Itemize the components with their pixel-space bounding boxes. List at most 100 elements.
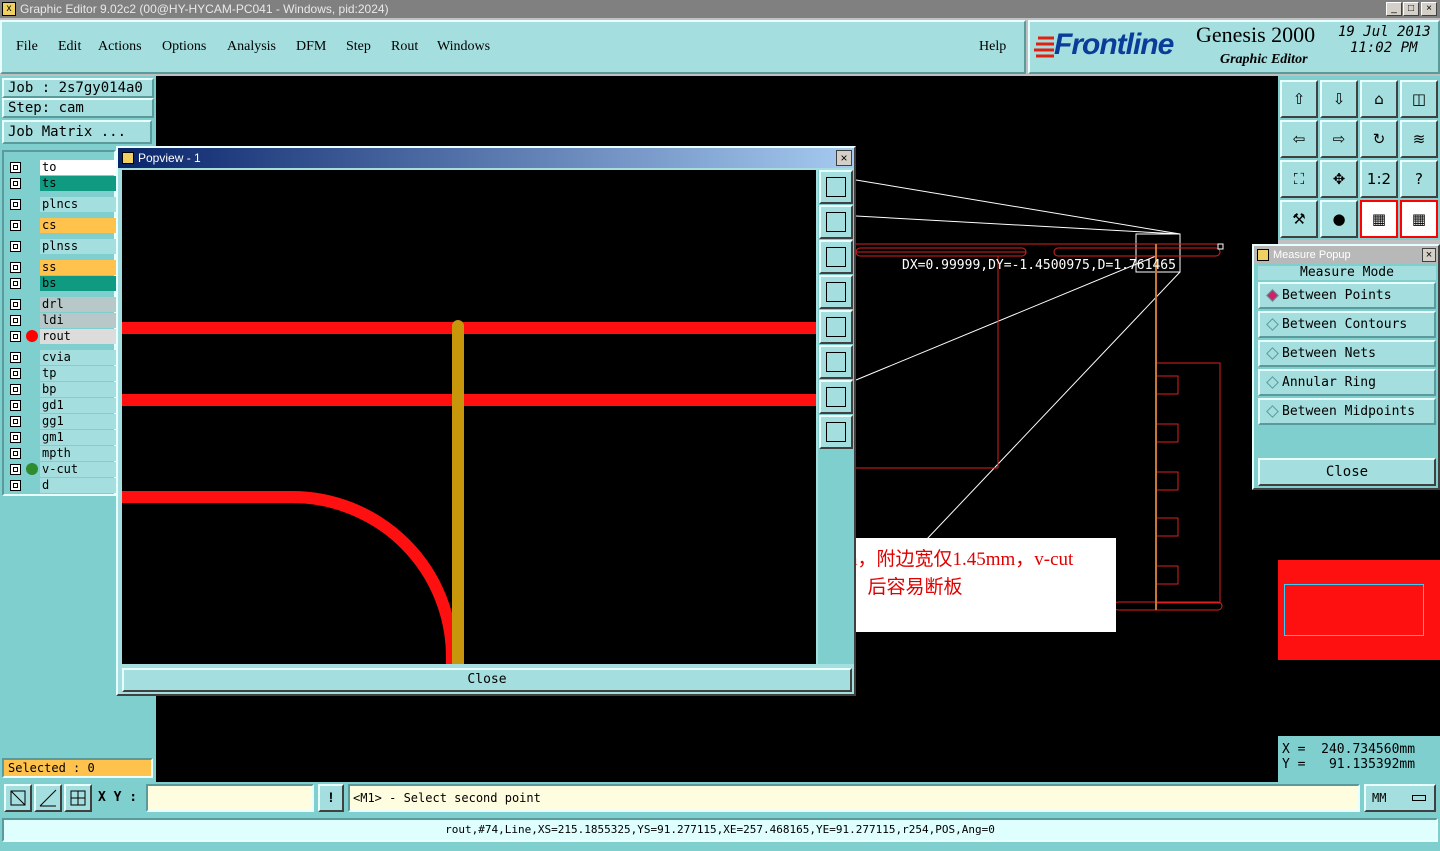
pv-center-icon[interactable] bbox=[819, 380, 853, 414]
layer-name[interactable]: drl bbox=[40, 297, 116, 312]
probe-icon[interactable]: ● bbox=[1320, 200, 1358, 238]
popview-canvas[interactable] bbox=[122, 170, 816, 670]
menu-edit[interactable]: Edit bbox=[58, 39, 81, 55]
close-window-button[interactable]: × bbox=[1421, 2, 1437, 16]
layer-checkbox[interactable] bbox=[10, 315, 21, 326]
layer-name[interactable]: bp bbox=[40, 382, 116, 397]
layer-name[interactable]: gd1 bbox=[40, 398, 116, 413]
measure-close-button[interactable]: Close bbox=[1258, 458, 1436, 486]
menu-rout[interactable]: Rout bbox=[391, 39, 418, 55]
layer-name[interactable]: gg1 bbox=[40, 414, 116, 429]
overview-preview[interactable] bbox=[1278, 490, 1440, 736]
measure-option[interactable]: Between Midpoints bbox=[1258, 398, 1436, 425]
layer-checkbox[interactable] bbox=[10, 278, 21, 289]
layer-row-gg1[interactable]: gg1 bbox=[6, 414, 116, 429]
layer-row-ts[interactable]: ts bbox=[6, 176, 116, 191]
layer-checkbox[interactable] bbox=[10, 299, 21, 310]
layer-checkbox[interactable] bbox=[10, 199, 21, 210]
layer-name[interactable]: to bbox=[40, 160, 116, 175]
menu-dfm[interactable]: DFM bbox=[296, 39, 326, 55]
layer-checkbox[interactable] bbox=[10, 480, 21, 491]
layer-name[interactable]: rout bbox=[40, 329, 116, 344]
measure-angle-icon[interactable] bbox=[34, 784, 62, 812]
layer-checkbox[interactable] bbox=[10, 352, 21, 363]
layer-name[interactable]: cs bbox=[40, 218, 116, 233]
xy-input[interactable] bbox=[146, 784, 314, 812]
layer-name[interactable]: bs bbox=[40, 276, 116, 291]
layer-name[interactable]: ldi bbox=[40, 313, 116, 328]
tools-icon[interactable]: ⚒ bbox=[1280, 200, 1318, 238]
pv-page-left-icon[interactable] bbox=[819, 275, 853, 309]
layer-row-bp[interactable]: bp bbox=[6, 382, 116, 397]
layer-name[interactable]: cvia bbox=[40, 350, 116, 365]
layer-name[interactable]: v-cut bbox=[40, 462, 116, 477]
layer-name[interactable]: tp bbox=[40, 366, 116, 381]
layer-row-tp[interactable]: tp bbox=[6, 366, 116, 381]
layer-name[interactable]: gm1 bbox=[40, 430, 116, 445]
layer-row-ss[interactable]: ss bbox=[6, 260, 116, 275]
measure-option[interactable]: Between Points bbox=[1258, 282, 1436, 309]
layer-name[interactable]: mpth bbox=[40, 446, 116, 461]
layer-swap-icon[interactable]: ▦ bbox=[1360, 200, 1398, 238]
layer-checkbox[interactable] bbox=[10, 416, 21, 427]
split-view-icon[interactable]: ◫ bbox=[1400, 80, 1438, 118]
measure-option[interactable]: Annular Ring bbox=[1258, 369, 1436, 396]
minimize-button[interactable]: _ bbox=[1386, 2, 1402, 16]
layer-checkbox[interactable] bbox=[10, 448, 21, 459]
fit-screen-icon[interactable]: ⛶ bbox=[1280, 160, 1318, 198]
menu-help[interactable]: Help bbox=[979, 39, 1006, 55]
pv-fit-icon[interactable] bbox=[819, 345, 853, 379]
pv-page-dn-icon[interactable] bbox=[819, 240, 853, 274]
layer-row-cs[interactable]: cs bbox=[6, 218, 116, 233]
popview-close-button[interactable]: Close bbox=[122, 668, 852, 692]
units-select[interactable]: MM bbox=[1364, 784, 1436, 812]
menu-actions[interactable]: Actions bbox=[98, 39, 142, 55]
layer-checkbox[interactable] bbox=[10, 384, 21, 395]
layer-checkbox[interactable] bbox=[10, 432, 21, 443]
pv-page-up-icon[interactable] bbox=[819, 170, 853, 204]
measure-option[interactable]: Between Contours bbox=[1258, 311, 1436, 338]
layer-checkbox[interactable] bbox=[10, 162, 21, 173]
layer-checkbox[interactable] bbox=[10, 464, 21, 475]
scale-icon[interactable]: 1:2 bbox=[1360, 160, 1398, 198]
layer-checkbox[interactable] bbox=[10, 368, 21, 379]
pv-page-right-icon[interactable] bbox=[819, 310, 853, 344]
home-icon[interactable]: ⌂ bbox=[1360, 80, 1398, 118]
layer-row-plnss[interactable]: plnss bbox=[6, 239, 116, 254]
layer-checkbox[interactable] bbox=[10, 178, 21, 189]
layer-checkbox[interactable] bbox=[10, 241, 21, 252]
alert-icon[interactable]: ! bbox=[318, 784, 344, 812]
pv-zoom-icon[interactable] bbox=[819, 415, 853, 449]
layer-checkbox[interactable] bbox=[10, 220, 21, 231]
layer-row-to[interactable]: to bbox=[6, 160, 116, 175]
measure-close-icon[interactable]: × bbox=[1422, 248, 1436, 262]
layer-name[interactable]: plncs bbox=[40, 197, 116, 212]
layer-row-gd1[interactable]: gd1 bbox=[6, 398, 116, 413]
grid-icon[interactable] bbox=[64, 784, 92, 812]
layer-name[interactable]: ss bbox=[40, 260, 116, 275]
layer-name[interactable]: ts bbox=[40, 176, 116, 191]
layer-checkbox[interactable] bbox=[10, 400, 21, 411]
layer-row-gm1[interactable]: gm1 bbox=[6, 430, 116, 445]
page-up-icon[interactable]: ⇧ bbox=[1280, 80, 1318, 118]
menu-options[interactable]: Options bbox=[162, 39, 206, 55]
pv-page-down-icon[interactable] bbox=[819, 205, 853, 239]
menu-windows[interactable]: Windows bbox=[437, 39, 490, 55]
layer-row-bs[interactable]: bs bbox=[6, 276, 116, 291]
popview-close-icon[interactable]: × bbox=[836, 150, 852, 166]
help-icon[interactable]: ? bbox=[1400, 160, 1438, 198]
layer-row-d[interactable]: d bbox=[6, 478, 116, 493]
center-icon[interactable]: ✥ bbox=[1320, 160, 1358, 198]
maximize-button[interactable]: □ bbox=[1403, 2, 1419, 16]
layer-checkbox[interactable] bbox=[10, 331, 21, 342]
measure-option[interactable]: Between Nets bbox=[1258, 340, 1436, 367]
redraw-icon[interactable]: ↻ bbox=[1360, 120, 1398, 158]
menu-step[interactable]: Step bbox=[346, 39, 371, 55]
layer-row-cvia[interactable]: cvia bbox=[6, 350, 116, 365]
layer-row-plncs[interactable]: plncs bbox=[6, 197, 116, 212]
menu-file[interactable]: File bbox=[16, 39, 38, 55]
page-down-icon[interactable]: ⇩ bbox=[1320, 80, 1358, 118]
layer-row-drl[interactable]: drl bbox=[6, 297, 116, 312]
zoom-to-rect-icon[interactable] bbox=[4, 784, 32, 812]
layer-name[interactable]: d bbox=[40, 478, 116, 493]
